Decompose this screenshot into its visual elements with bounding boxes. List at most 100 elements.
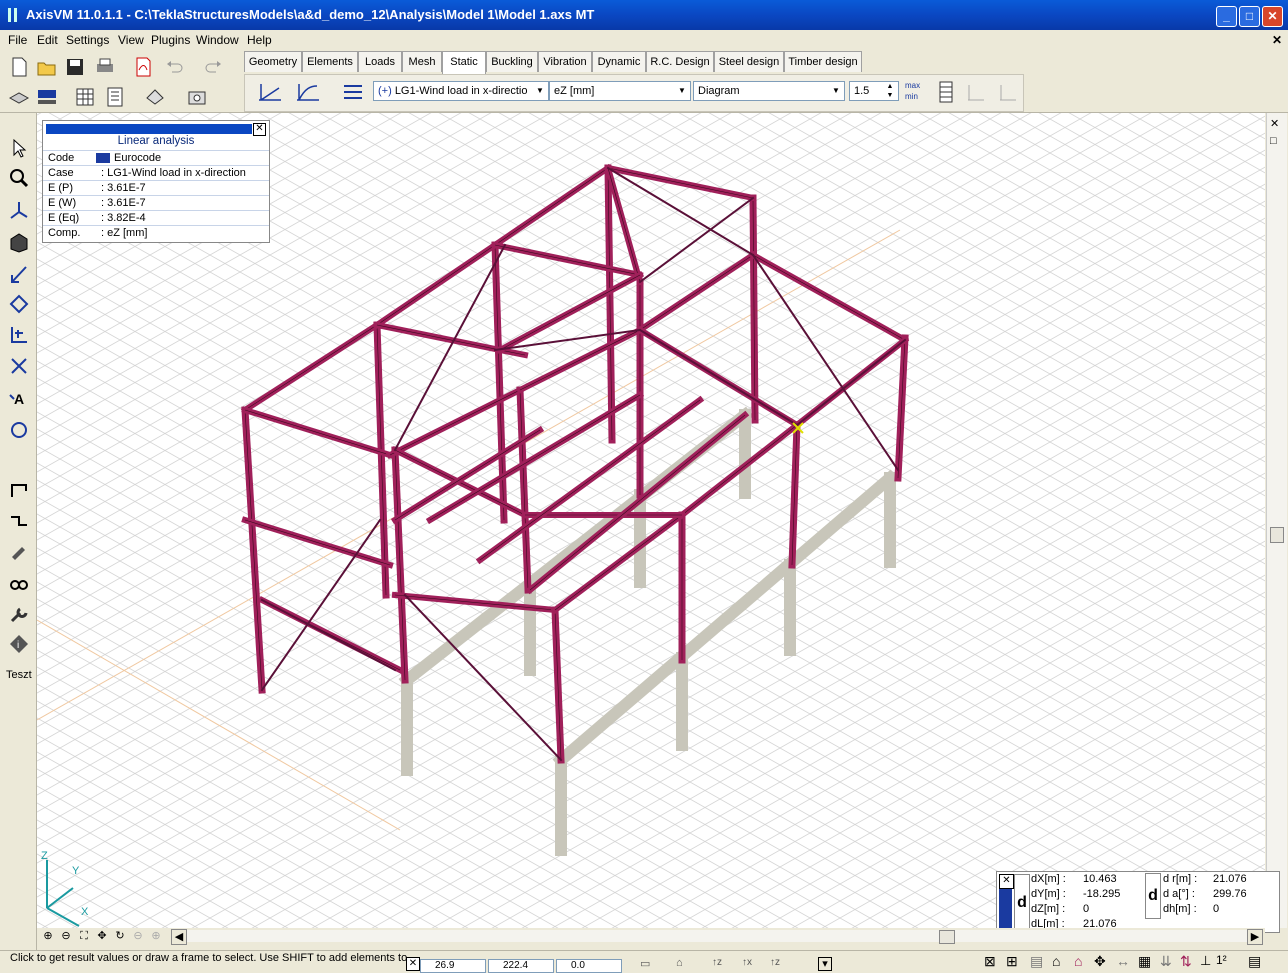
tab-rc-design[interactable]: R.C. Design xyxy=(646,51,714,72)
view-plane-icon[interactable]: ▭ xyxy=(640,957,650,970)
close-icon[interactable]: ✕ xyxy=(999,874,1014,889)
info-icon[interactable]: i xyxy=(8,633,30,655)
open-folder-icon[interactable] xyxy=(36,56,58,78)
restore-icon[interactable]: □ xyxy=(1270,135,1277,147)
deselect-icon[interactable]: ⊠ xyxy=(984,953,996,970)
wrench-icon[interactable] xyxy=(8,603,30,625)
x-coordinate-field[interactable]: 26.9 xyxy=(420,959,486,973)
zoom-in-icon[interactable]: ⊕ xyxy=(41,929,55,943)
y-coordinate-field[interactable]: 222.4 xyxy=(488,959,554,973)
rotate-icon[interactable] xyxy=(8,419,30,441)
save-icon[interactable] xyxy=(64,56,86,78)
symbols-icon[interactable]: ✥ xyxy=(1094,953,1106,970)
display-options-icon[interactable]: ⌂ xyxy=(1052,953,1060,969)
view-xz-icon[interactable]: ↑z xyxy=(712,957,722,968)
print-icon[interactable] xyxy=(94,56,116,78)
static-analysis-icon[interactable] xyxy=(255,80,285,104)
scroll-left-icon[interactable]: ◀ xyxy=(171,929,187,945)
coordinate-system-icon[interactable]: ⇅ xyxy=(1180,953,1192,970)
menu-settings[interactable]: Settings xyxy=(66,33,109,47)
zoom-icon[interactable] xyxy=(8,167,30,189)
step-icon[interactable] xyxy=(8,509,30,531)
close-button[interactable]: ✕ xyxy=(1262,6,1283,27)
result-list-icon[interactable] xyxy=(341,81,365,103)
node-icon[interactable] xyxy=(8,293,30,315)
teszt-label[interactable]: Teszt xyxy=(6,669,32,681)
section-plane-icon[interactable] xyxy=(997,81,1019,103)
mdi-close-icon[interactable]: ✕ xyxy=(1272,33,1282,47)
pdf-icon[interactable] xyxy=(132,56,154,78)
scroll-thumb[interactable] xyxy=(939,930,955,944)
view-yz-icon[interactable]: ↑z xyxy=(770,957,780,968)
tab-elements[interactable]: Elements xyxy=(302,51,358,72)
render-icon[interactable] xyxy=(8,231,30,253)
info-panel[interactable]: ✕ Linear analysis Code Eurocode Case : L… xyxy=(42,120,270,243)
tab-timber-design[interactable]: Timber design xyxy=(784,51,862,72)
perspective-icon[interactable]: ⌂ xyxy=(676,957,683,969)
view-xy-icon[interactable]: ↑x xyxy=(742,957,752,968)
nonlinear-analysis-icon[interactable] xyxy=(293,80,323,104)
minimize-button[interactable]: _ xyxy=(1216,6,1237,27)
labels-icon[interactable]: ↔ xyxy=(1116,953,1130,969)
units-icon[interactable] xyxy=(36,86,58,108)
tab-mesh[interactable]: Mesh xyxy=(402,51,442,72)
horizontal-scrollbar[interactable] xyxy=(187,930,1247,944)
tab-buckling[interactable]: Buckling xyxy=(486,51,538,72)
grid-dimension-icon[interactable] xyxy=(8,323,30,345)
maximize-button[interactable]: □ xyxy=(1239,6,1260,27)
settings-icon[interactable]: ▤ xyxy=(1248,953,1261,970)
color-coding-icon[interactable]: ⌂ xyxy=(1074,953,1082,969)
rotate-view-icon[interactable]: ↻ xyxy=(113,929,127,943)
menu-window[interactable]: Window xyxy=(196,33,239,47)
component-select[interactable]: eZ [mm] ▼ xyxy=(549,81,691,101)
layers-icon[interactable] xyxy=(8,86,30,108)
scroll-right-icon[interactable]: ▶ xyxy=(1247,929,1263,945)
camera-icon[interactable] xyxy=(186,86,208,108)
library-icon[interactable] xyxy=(144,86,166,108)
close-icon[interactable]: ✕ xyxy=(406,957,420,971)
menu-view[interactable]: View xyxy=(118,33,144,47)
color-legend-icon[interactable] xyxy=(937,80,955,104)
menu-file[interactable]: File xyxy=(8,33,27,47)
polar-relative-toggle[interactable]: d xyxy=(1145,873,1161,919)
layer-switch-icon[interactable]: 1² xyxy=(1216,953,1227,967)
load-case-select[interactable]: (+) LG1-Wind load in x-directio ▼ xyxy=(373,81,549,101)
menu-help[interactable]: Help xyxy=(247,33,272,47)
info-panel-titlebar[interactable] xyxy=(46,124,252,134)
text-label-icon[interactable]: A xyxy=(8,387,30,409)
fit-view-icon[interactable]: ⛶ xyxy=(77,929,91,943)
collapse-icon[interactable]: ▾ xyxy=(818,957,832,971)
pointer-icon[interactable] xyxy=(8,137,30,159)
close-icon[interactable]: ✕ xyxy=(1270,117,1279,130)
table-icon[interactable] xyxy=(74,86,96,108)
select-mode-icon[interactable]: ⊞ xyxy=(1006,953,1018,970)
scale-spinner[interactable]: 1.5 ▲ ▼ xyxy=(849,81,899,101)
display-mode-select[interactable]: Diagram ▼ xyxy=(693,81,845,101)
binoculars-icon[interactable] xyxy=(8,571,30,593)
undo-icon[interactable] xyxy=(164,56,186,78)
grid-toggle-icon[interactable]: ▦ xyxy=(1138,953,1151,970)
profile-icon[interactable] xyxy=(8,479,30,501)
next-view-icon[interactable]: ⊕ xyxy=(149,929,163,943)
menu-plugins[interactable]: Plugins xyxy=(151,33,190,47)
redo-icon[interactable] xyxy=(202,56,224,78)
new-file-icon[interactable] xyxy=(8,56,30,78)
max-min-toggle[interactable]: max min xyxy=(905,80,931,104)
snap-icon[interactable]: ⊥ xyxy=(1200,953,1211,969)
line-icon[interactable] xyxy=(8,355,30,377)
axes-icon[interactable] xyxy=(8,199,30,221)
menu-edit[interactable]: Edit xyxy=(37,33,58,47)
spinner-arrows-icon[interactable]: ▲ ▼ xyxy=(882,82,898,100)
section-line-icon[interactable] xyxy=(965,81,987,103)
brush-icon[interactable] xyxy=(8,539,30,561)
pan-icon[interactable]: ✥ xyxy=(95,929,109,943)
tab-dynamic[interactable]: Dynamic xyxy=(592,51,646,72)
report-icon[interactable] xyxy=(104,86,126,108)
zoom-out-icon[interactable]: ⊖ xyxy=(59,929,73,943)
vertical-scrollbar[interactable]: ✕ □ xyxy=(1266,113,1287,928)
relative-toggle[interactable]: d xyxy=(1014,874,1030,932)
parts-icon[interactable]: ▤ xyxy=(1030,953,1043,970)
tab-vibration[interactable]: Vibration xyxy=(538,51,592,72)
tab-static[interactable]: Static xyxy=(442,51,486,74)
guidelines-icon[interactable]: ⇊ xyxy=(1160,953,1172,970)
